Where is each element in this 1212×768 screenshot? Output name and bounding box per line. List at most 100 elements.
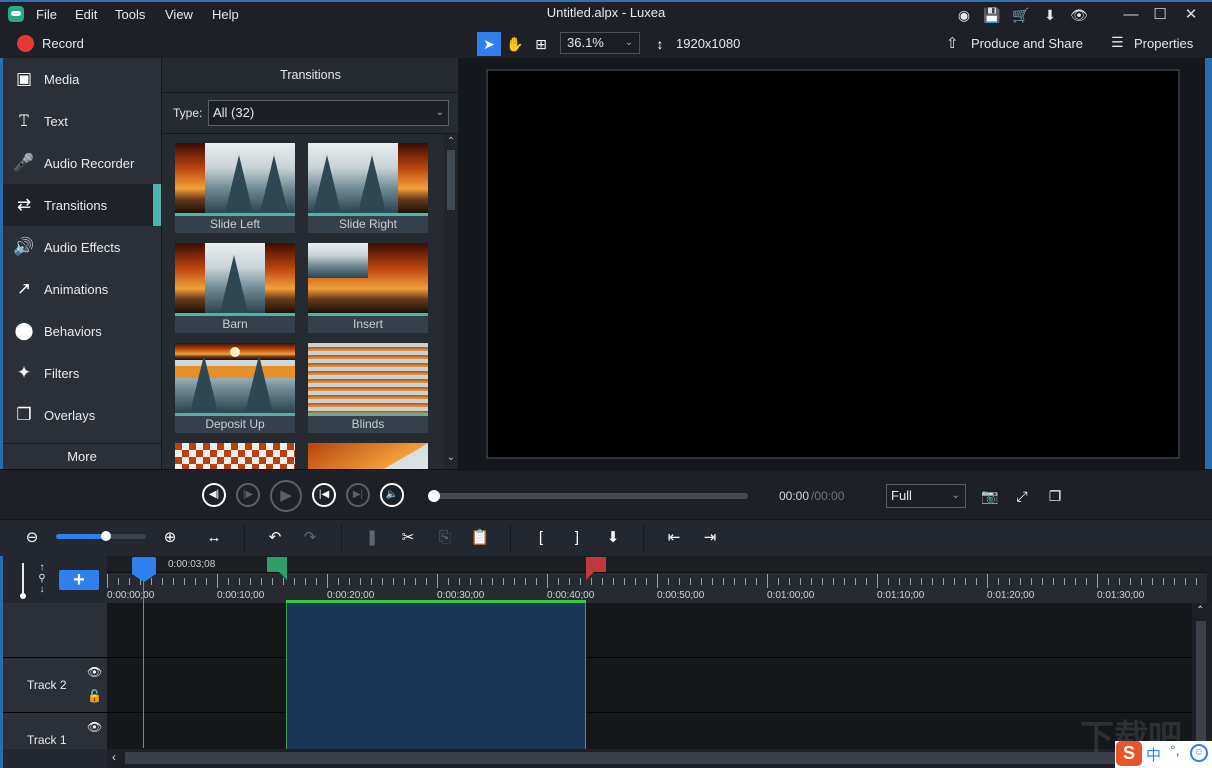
scroll-up-icon[interactable]: ⌃: [1196, 605, 1204, 616]
scroll-thumb[interactable]: [125, 752, 1185, 764]
add-track-button[interactable]: +: [59, 570, 99, 590]
properties-button[interactable]: Properties: [1134, 36, 1193, 51]
cut-icon[interactable]: ✂: [398, 528, 418, 548]
zoom-out-icon[interactable]: ⊖: [22, 528, 42, 548]
eye-icon[interactable]: 👁: [1070, 6, 1088, 24]
timeline-horizontal-scrollbar[interactable]: ‹: [107, 749, 1212, 768]
volume-button[interactable]: 🔈: [380, 483, 404, 507]
transition-blinds[interactable]: Blinds: [308, 343, 428, 433]
mark-in-icon[interactable]: [: [531, 528, 551, 548]
seek-bar[interactable]: [432, 493, 748, 499]
previous-frame-button[interactable]: ◀|: [202, 483, 226, 507]
canvas-resolution[interactable]: 1920x1080: [676, 36, 740, 51]
canvas-zoom-select[interactable]: 36.1% ⌄: [560, 32, 640, 54]
crop-tool-icon[interactable]: ⊞: [529, 32, 553, 56]
eye-icon[interactable]: 👁: [87, 720, 102, 734]
ime-logo-icon[interactable]: S: [1116, 741, 1142, 766]
transition-insert[interactable]: Insert: [308, 243, 428, 333]
mark-out-icon[interactable]: ]: [567, 528, 587, 548]
transition-barn[interactable]: Barn: [175, 243, 295, 333]
ruler-tick: [910, 578, 911, 585]
record-icon[interactable]: [17, 35, 34, 52]
detach-window-icon[interactable]: ❐: [1045, 486, 1065, 506]
out-point-marker[interactable]: [586, 557, 606, 572]
hand-tool-icon[interactable]: ✋: [503, 32, 527, 56]
paste-icon[interactable]: 📋: [470, 528, 490, 548]
lock-icon[interactable]: 🔓: [87, 689, 102, 703]
track-area[interactable]: [107, 603, 1192, 749]
list-icon[interactable]: ☰: [1111, 34, 1124, 51]
camera-icon[interactable]: 📷: [980, 486, 1000, 506]
fullscreen-icon[interactable]: ⤢: [1012, 486, 1032, 506]
sidebar-item-animations[interactable]: ↗ Animations: [3, 268, 161, 310]
undo-icon[interactable]: ↶: [265, 528, 285, 548]
ime-punctuation[interactable]: °,: [1170, 742, 1180, 758]
ruler-tick: [723, 578, 724, 585]
next-frame-button[interactable]: |▶: [236, 483, 260, 507]
share-icon[interactable]: ⇧: [946, 34, 959, 52]
ruler-tick: [767, 574, 768, 588]
eye-icon[interactable]: 👁: [87, 665, 102, 679]
sidebar-item-audio-recorder[interactable]: 🎤 Audio Recorder: [3, 142, 161, 184]
zoom-in-icon[interactable]: ⊕: [160, 528, 180, 548]
account-icon[interactable]: ◉: [955, 6, 973, 24]
select-tool-icon[interactable]: ➤: [477, 32, 501, 56]
go-to-end-button[interactable]: ▶|: [346, 483, 370, 507]
transition-slide-right[interactable]: Slide Right: [308, 143, 428, 233]
copy-icon[interactable]: ⎘: [435, 528, 455, 548]
produce-share-button[interactable]: Produce and Share: [971, 36, 1083, 51]
sidebar-item-overlays[interactable]: ❐ Overlays: [3, 394, 161, 436]
scroll-left-icon[interactable]: ‹: [112, 750, 116, 764]
transition-slide-left[interactable]: Slide Left: [175, 143, 295, 233]
slider-handle[interactable]: [100, 531, 111, 541]
track-height-handle[interactable]: [20, 593, 26, 599]
redo-icon[interactable]: ↷: [300, 528, 320, 548]
split-icon[interactable]: ❚: [362, 528, 382, 548]
record-button[interactable]: Record: [42, 36, 84, 51]
ruler-tick: [459, 578, 460, 585]
maximize-button[interactable]: ☐: [1149, 4, 1171, 26]
canvas-size-icon[interactable]: ↕: [648, 32, 672, 56]
more-button[interactable]: More: [3, 443, 161, 469]
selection-region[interactable]: [286, 603, 586, 749]
timeline-vertical-scrollbar[interactable]: ⌃: [1192, 603, 1212, 749]
sidebar-item-transitions[interactable]: ⇄ Transitions: [3, 184, 161, 226]
scroll-thumb[interactable]: [1196, 621, 1206, 741]
jump-to-end-icon[interactable]: ⇥: [700, 528, 720, 548]
ruler-tick: [492, 578, 493, 585]
ime-language[interactable]: 中: [1146, 744, 1161, 765]
close-button[interactable]: ✕: [1180, 4, 1202, 26]
transition-checkerboard[interactable]: [175, 443, 295, 469]
sidebar-item-behaviors[interactable]: ⬤ Behaviors: [3, 310, 161, 352]
cart-icon[interactable]: 🛒: [1012, 6, 1030, 24]
scroll-down-icon[interactable]: ⌄: [444, 452, 458, 463]
sidebar-item-audio-effects[interactable]: 🔊 Audio Effects: [3, 226, 161, 268]
save-icon[interactable]: 💾: [983, 6, 1001, 24]
in-point-marker[interactable]: [267, 557, 287, 572]
fit-timeline-icon[interactable]: ↔: [204, 528, 224, 548]
playhead-handle[interactable]: [132, 557, 156, 574]
go-to-start-button[interactable]: |◀: [312, 483, 336, 507]
scroll-thumb[interactable]: [447, 150, 455, 210]
play-button[interactable]: ▶: [270, 480, 302, 512]
jump-to-start-icon[interactable]: ⇤: [664, 528, 684, 548]
ruler-tick: [690, 578, 691, 585]
marker-icon[interactable]: ⬇: [603, 528, 623, 548]
sidebar-item-filters[interactable]: ✦ Filters: [3, 352, 161, 394]
sidebar-item-media[interactable]: ▣ Media: [3, 58, 161, 100]
scroll-up-icon[interactable]: ⌃: [444, 136, 458, 147]
ruler-tick: [778, 578, 779, 585]
type-select[interactable]: All (32) ⌄: [208, 100, 449, 126]
emoji-icon[interactable]: ☺: [1190, 744, 1208, 762]
panel-scrollbar[interactable]: ⌃ ⌄: [444, 134, 458, 469]
preview-size-select[interactable]: Full ⌄: [886, 484, 966, 508]
transition-deposit-up[interactable]: Deposit Up: [175, 343, 295, 433]
preview-canvas[interactable]: [486, 69, 1180, 459]
transition-diagonal[interactable]: [308, 443, 428, 469]
track-height-slider[interactable]: [22, 563, 24, 596]
seek-handle[interactable]: [428, 490, 440, 502]
preview-size-value: Full: [891, 488, 912, 503]
sidebar-item-text[interactable]: 𝚃 Text: [3, 100, 161, 142]
download-icon[interactable]: ⬇: [1041, 6, 1059, 24]
minimize-button[interactable]: —: [1120, 4, 1142, 26]
